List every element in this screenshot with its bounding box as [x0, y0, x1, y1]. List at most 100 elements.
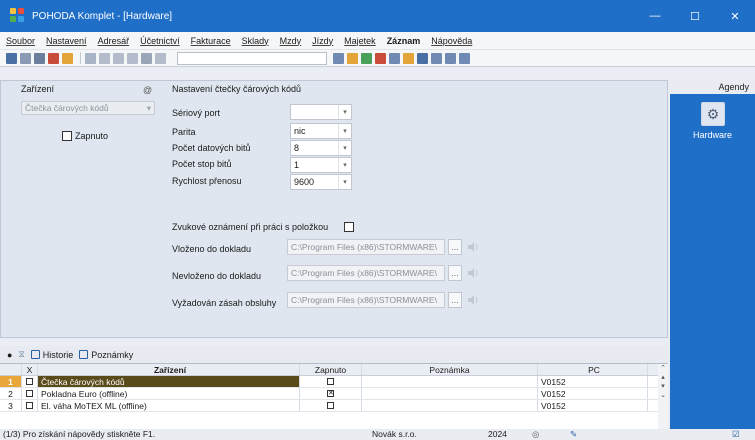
table-row[interactable]: 2 Pokladna Euro (offline) ✕ V0152 [0, 388, 668, 400]
scroll-bottom-icon[interactable]: ⌄ [660, 391, 666, 399]
layout-icon[interactable] [445, 52, 456, 64]
print-icon[interactable] [34, 52, 45, 64]
export-icon[interactable] [361, 52, 372, 64]
menu-sklady[interactable]: Sklady [242, 36, 269, 46]
chevron-down-icon: ▾ [146, 103, 151, 113]
edit-icon[interactable] [99, 52, 110, 64]
menu-fakturace[interactable]: Fakturace [191, 36, 231, 46]
enabled-checkbox[interactable] [62, 131, 72, 141]
not-inserted-browse-button[interactable]: … [448, 265, 462, 281]
speaker-icon[interactable] [466, 240, 480, 254]
col-enabled[interactable]: Zapnuto [300, 364, 362, 375]
delete-icon[interactable] [155, 52, 166, 64]
save-icon[interactable] [141, 52, 152, 64]
scroll-up-icon[interactable]: ▴ [661, 373, 665, 381]
inserted-path-value: C:\Program Files (x86)\STORMWARE\ [291, 242, 437, 252]
required-path-field[interactable]: C:\Program Files (x86)\STORMWARE\ [287, 292, 445, 308]
menu-napoveda[interactable]: Nápověda [431, 36, 472, 46]
sound-checkbox[interactable] [344, 222, 355, 232]
close-button[interactable]: ✕ [715, 0, 755, 32]
inserted-path-field[interactable]: C:\Program Files (x86)\STORMWARE\ [287, 239, 445, 255]
menu-adresar[interactable]: Adresář [98, 36, 130, 46]
col-pc[interactable]: PC [538, 364, 648, 375]
row-select-checkbox[interactable] [26, 390, 33, 397]
device-lookup-icon[interactable]: @ [143, 85, 152, 95]
col-num [0, 364, 22, 375]
sound-label: Zvukové oznámení při práci s položkou [172, 222, 329, 232]
device-select[interactable]: Čtečka čárových kódů ▾ [21, 101, 155, 115]
menu-jizdy[interactable]: Jízdy [312, 36, 333, 46]
scroll-top-icon[interactable]: ⌃ [660, 364, 666, 372]
pohoda-logo-icon [10, 8, 26, 24]
maximize-button[interactable]: ☐ [675, 0, 715, 32]
tab-notes[interactable]: Poznámky [79, 350, 133, 360]
new-record-icon[interactable] [6, 52, 17, 64]
calendar-icon[interactable] [389, 52, 400, 64]
enabled-toggle[interactable]: Zapnuto [62, 131, 108, 141]
device-heading: Zařízení [21, 84, 55, 94]
stop-bits-select[interactable]: 1 ▾ [290, 157, 352, 173]
required-browse-button[interactable]: … [448, 292, 462, 308]
tab-history[interactable]: Historie [30, 350, 73, 360]
back-icon[interactable] [113, 52, 124, 64]
row-select-checkbox[interactable] [26, 378, 33, 385]
menu-nastaveni[interactable]: Nastavení [46, 36, 87, 46]
data-bits-value: 8 [294, 143, 300, 153]
speaker-icon[interactable] [466, 293, 480, 307]
menu-mzdy[interactable]: Mzdy [280, 36, 302, 46]
menu-zaznam[interactable]: Záznam [387, 36, 421, 46]
window-icon[interactable] [431, 52, 442, 64]
chevron-down-icon: ▾ [338, 175, 351, 189]
row-select-checkbox[interactable] [26, 402, 33, 409]
sound-toggle[interactable]: Zvukové oznámení při práci s položkou [172, 222, 355, 232]
status-company: Novák s.r.o. [372, 429, 417, 439]
not-inserted-path-field[interactable]: C:\Program Files (x86)\STORMWARE\ [287, 265, 445, 281]
open-icon[interactable] [20, 52, 31, 64]
tab-notes-label: Poznámky [91, 349, 134, 360]
speed-select[interactable]: 9600 ▾ [290, 174, 352, 190]
hardware-gear-icon[interactable]: ⚙ [701, 102, 725, 126]
scroll-down-icon[interactable]: ▾ [661, 382, 665, 390]
pin-icon[interactable]: ● [7, 350, 12, 360]
table-row[interactable]: 1 Čtečka čárových kódů V0152 [0, 376, 668, 388]
speaker-icon[interactable] [466, 266, 480, 280]
col-x[interactable]: X [22, 364, 38, 375]
folder-icon[interactable] [62, 52, 73, 64]
toolbar-search-input[interactable] [177, 51, 327, 65]
serial-port-select[interactable]: ▾ [290, 104, 352, 120]
inserted-label: Vloženo do dokladu [172, 244, 252, 254]
row-number: 1 [0, 376, 22, 387]
status-check-icon[interactable]: ☑ [732, 429, 740, 440]
copy-icon[interactable] [85, 52, 96, 64]
bookmark-icon[interactable] [347, 52, 358, 64]
serial-port-label: Sériový port [172, 108, 221, 118]
inserted-browse-button[interactable]: … [448, 239, 462, 255]
menu-soubor[interactable]: Soubor [6, 36, 35, 46]
row-pc: V0152 [538, 388, 648, 399]
filter-icon[interactable]: ⧖ [18, 349, 24, 360]
iban-icon[interactable] [417, 52, 428, 64]
row-enabled-checkbox[interactable] [327, 378, 334, 385]
menu-ucetnictvi[interactable]: Účetnictví [140, 36, 180, 46]
table-row[interactable]: 3 El. váha MoTEX ML (offline) V0152 [0, 400, 668, 412]
forward-icon[interactable] [127, 52, 138, 64]
speed-value: 9600 [294, 177, 315, 187]
col-device[interactable]: Zařízení [38, 364, 300, 375]
row-enabled-checkbox[interactable] [327, 402, 334, 409]
row-device-name: Pokladna Euro (offline) [38, 388, 300, 399]
col-note[interactable]: Poznámka [362, 364, 538, 375]
pdf-icon[interactable] [48, 52, 59, 64]
minimize-button[interactable]: — [635, 0, 675, 32]
data-bits-select[interactable]: 8 ▾ [290, 140, 352, 156]
parity-select[interactable]: nic ▾ [290, 123, 352, 139]
filter-icon[interactable] [333, 52, 344, 64]
menu-majetek[interactable]: Majetek [344, 36, 376, 46]
report-icon[interactable] [375, 52, 386, 64]
grid-scrollbar[interactable]: ⌃ ▴ ▾ ⌄ [658, 364, 668, 430]
hardware-agenda-label[interactable]: Hardware [670, 130, 755, 140]
row-enabled-checkbox[interactable]: ✕ [327, 390, 334, 397]
parity-value: nic [294, 126, 306, 136]
help-icon[interactable] [459, 52, 470, 64]
status-pen-icon[interactable]: ✎ [570, 429, 577, 440]
user-icon[interactable] [403, 52, 414, 64]
